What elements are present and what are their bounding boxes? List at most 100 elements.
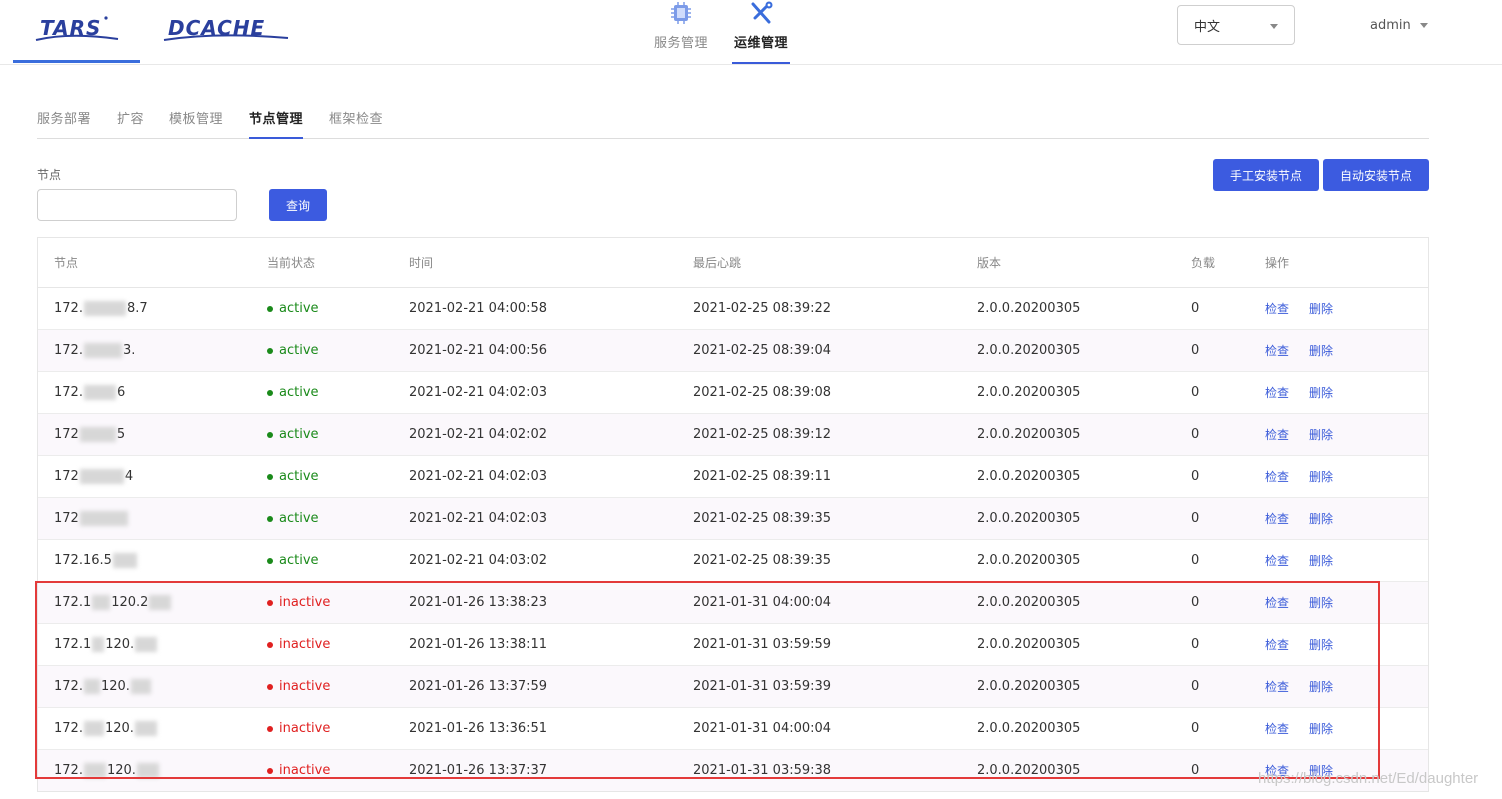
row-actions: 检查 删除 <box>1265 666 1333 707</box>
redaction-mask <box>79 511 128 526</box>
register-time: 2021-02-21 04:03:02 <box>409 553 548 568</box>
last-heartbeat: 2021-02-25 08:39:12 <box>693 427 832 442</box>
node-ip: 172. 120. <box>54 750 160 791</box>
last-heartbeat: 2021-02-25 08:39:22 <box>693 301 832 316</box>
row-actions: 检查 删除 <box>1265 414 1333 455</box>
svg-text:TARS: TARS <box>40 16 101 40</box>
delete-button[interactable]: 删除 <box>1309 384 1333 401</box>
delete-button[interactable]: 删除 <box>1309 426 1333 443</box>
manual-install-node-button[interactable]: 手工安装节点 <box>1213 159 1319 191</box>
dcache-logo[interactable]: DCACHE <box>158 10 293 50</box>
wrench-icon <box>751 1 773 24</box>
col-header-time[interactable]: 时间 <box>409 238 433 287</box>
check-button[interactable]: 检查 <box>1265 468 1289 485</box>
node-ip-suffix: 6 <box>116 385 126 400</box>
delete-button[interactable]: 删除 <box>1309 594 1333 611</box>
version: 2.0.0.20200305 <box>977 721 1081 736</box>
chevron-down-icon <box>1419 23 1428 28</box>
tab-template-management[interactable]: 模板管理 <box>169 108 223 138</box>
node-ip-suffix: 120. <box>106 763 136 778</box>
load: 0 <box>1191 385 1200 400</box>
tars-logo[interactable]: TARS <box>30 10 125 50</box>
check-button[interactable]: 检查 <box>1265 426 1289 443</box>
nav-ops-management[interactable]: 运维管理 <box>732 0 790 64</box>
redaction-mask <box>83 385 116 400</box>
status-badge: active <box>267 330 319 371</box>
tab-service-deploy[interactable]: 服务部署 <box>37 108 91 138</box>
last-heartbeat: 2021-02-25 08:39:04 <box>693 343 832 358</box>
node-ip-suffix: 120. <box>100 679 130 694</box>
check-button[interactable]: 检查 <box>1265 342 1289 359</box>
node-ip: 172. 6 <box>54 372 125 413</box>
redaction-mask <box>83 343 122 358</box>
version: 2.0.0.20200305 <box>977 763 1081 778</box>
status-badge: active <box>267 540 319 581</box>
node-ip: 172 5 <box>54 414 125 455</box>
node-ip-prefix: 172 <box>54 469 79 484</box>
language-select[interactable]: 中文 <box>1177 5 1295 45</box>
last-heartbeat: 2021-02-25 08:39:08 <box>693 385 832 400</box>
load: 0 <box>1191 343 1200 358</box>
node-ip: 172 <box>54 498 129 539</box>
node-ip-suffix: 120.2 <box>111 595 149 610</box>
tab-expand[interactable]: 扩容 <box>117 108 144 138</box>
status-badge: inactive <box>267 708 330 749</box>
col-header-heartbeat[interactable]: 最后心跳 <box>693 238 741 287</box>
delete-button[interactable]: 删除 <box>1309 342 1333 359</box>
status-dot-icon <box>267 473 273 480</box>
check-button[interactable]: 检查 <box>1265 594 1289 611</box>
load: 0 <box>1191 511 1200 526</box>
delete-button[interactable]: 删除 <box>1309 720 1333 737</box>
row-actions: 检查 删除 <box>1265 498 1333 539</box>
version: 2.0.0.20200305 <box>977 637 1081 652</box>
delete-button[interactable]: 删除 <box>1309 552 1333 569</box>
tab-framework-check[interactable]: 框架检查 <box>329 108 383 138</box>
col-header-node[interactable]: 节点 <box>54 238 78 287</box>
last-heartbeat: 2021-01-31 04:00:04 <box>693 721 832 736</box>
row-actions: 检查 删除 <box>1265 330 1333 371</box>
row-actions: 检查 删除 <box>1265 624 1333 665</box>
delete-button[interactable]: 删除 <box>1309 300 1333 317</box>
col-header-version[interactable]: 版本 <box>977 238 1001 287</box>
delete-button[interactable]: 删除 <box>1309 510 1333 527</box>
node-ip: 172 4 <box>54 456 133 497</box>
node-ip: 172. 3. <box>54 330 135 371</box>
redaction-mask <box>136 763 159 778</box>
status-dot-icon <box>267 599 273 606</box>
auto-install-node-button[interactable]: 自动安装节点 <box>1323 159 1429 191</box>
check-button[interactable]: 检查 <box>1265 636 1289 653</box>
version: 2.0.0.20200305 <box>977 301 1081 316</box>
node-ip-prefix: 172.1 <box>54 595 92 610</box>
node-ip-suffix: 3. <box>122 343 136 358</box>
col-header-load[interactable]: 负载 <box>1191 238 1215 287</box>
language-value: 中文 <box>1194 19 1221 35</box>
delete-button[interactable]: 删除 <box>1309 636 1333 653</box>
col-header-status[interactable]: 当前状态 <box>267 238 315 287</box>
check-button[interactable]: 检查 <box>1265 552 1289 569</box>
status-text: inactive <box>279 763 331 778</box>
node-ip: 172.1 120.2 <box>54 582 172 623</box>
check-button[interactable]: 检查 <box>1265 678 1289 695</box>
status-dot-icon <box>267 725 273 732</box>
node-ip: 172.16.5 <box>54 540 138 581</box>
nav-service-management[interactable]: 服务管理 <box>648 0 714 64</box>
table-row: 172.16.5 active 2021-02-21 04:03:02 2021-02… <box>38 540 1428 582</box>
node-filter-input[interactable] <box>37 189 237 221</box>
check-button[interactable]: 检查 <box>1265 384 1289 401</box>
check-button[interactable]: 检查 <box>1265 720 1289 737</box>
delete-button[interactable]: 删除 <box>1309 678 1333 695</box>
chip-icon <box>671 2 691 24</box>
user-menu[interactable]: admin <box>1370 18 1428 33</box>
redaction-mask <box>92 637 105 652</box>
redaction-mask <box>130 679 151 694</box>
check-button[interactable]: 检查 <box>1265 300 1289 317</box>
status-badge: active <box>267 288 319 329</box>
row-actions: 检查 删除 <box>1265 540 1333 581</box>
tab-node-management[interactable]: 节点管理 <box>249 108 304 139</box>
delete-button[interactable]: 删除 <box>1309 468 1333 485</box>
query-button[interactable]: 查询 <box>269 189 327 221</box>
node-ip-prefix: 172.16.5 <box>54 553 112 568</box>
check-button[interactable]: 检查 <box>1265 510 1289 527</box>
status-badge: active <box>267 372 319 413</box>
load: 0 <box>1191 553 1200 568</box>
